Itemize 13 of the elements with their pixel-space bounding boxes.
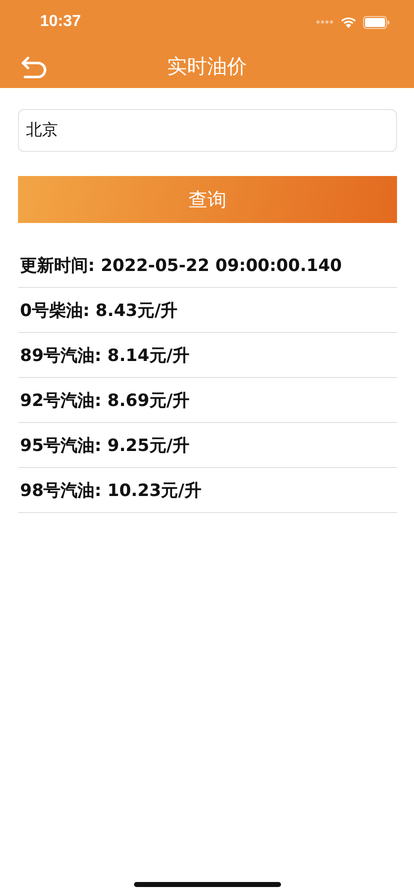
price-text: 92号汽油: 8.69元/升	[20, 390, 190, 412]
signal-icon	[316, 19, 334, 25]
battery-icon	[363, 16, 390, 28]
wifi-icon	[340, 16, 357, 28]
back-icon[interactable]	[20, 55, 48, 79]
page-title: 实时油价	[167, 52, 247, 80]
price-text: 更新时间: 2022-05-22 09:00:00.140	[20, 254, 342, 276]
city-input-field[interactable]: 北京	[18, 109, 397, 152]
status-time: 10:37	[40, 13, 81, 31]
price-text: 0号柴油: 8.43元/升	[20, 300, 178, 322]
price-text: 95号汽油: 9.25元/升	[20, 434, 190, 456]
price-text: 89号汽油: 8.14元/升	[20, 344, 190, 366]
price-text: 98号汽油: 10.23元/升	[20, 480, 202, 502]
